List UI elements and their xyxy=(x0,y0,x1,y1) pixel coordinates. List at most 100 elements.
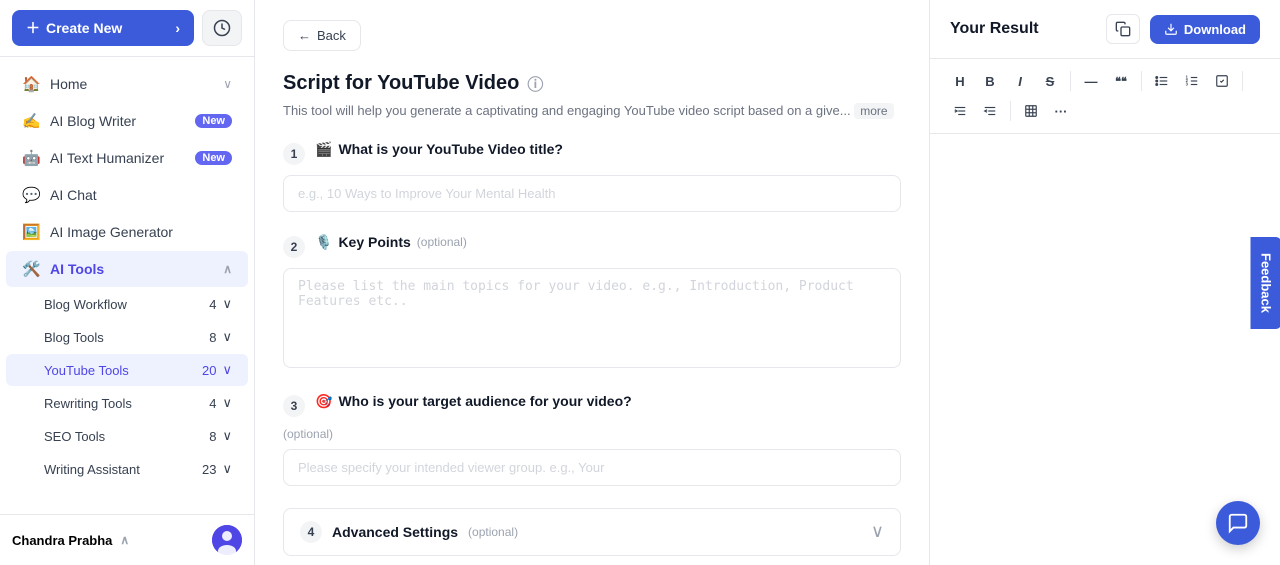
create-new-button[interactable]: ＋ Create New › xyxy=(12,10,194,46)
toolbar-strikethrough-button[interactable]: S xyxy=(1036,67,1064,95)
sidebar-item-label: AI Image Generator xyxy=(50,224,173,240)
plus-icon: ＋ xyxy=(26,18,40,38)
section-number-3: 3 xyxy=(283,395,305,417)
chevron-down-icon: ∨ xyxy=(222,428,232,444)
optional-tag-3: (optional) xyxy=(283,427,901,441)
form-section-title: 1 🎬 What is your YouTube Video title? xyxy=(283,141,901,212)
audience-input[interactable] xyxy=(283,449,901,486)
form-section-key-points: 2 🎙️ Key Points (optional) xyxy=(283,234,901,371)
count-badge: 23 xyxy=(202,462,216,477)
video-title-input[interactable] xyxy=(283,175,901,212)
result-title: Your Result xyxy=(950,20,1039,38)
chevron-down-icon: ∨ xyxy=(222,362,232,378)
toolbar-divider-1 xyxy=(1070,71,1071,91)
sidebar-sub-item-label: Blog Workflow xyxy=(44,297,127,312)
mic-icon: 🎙️ xyxy=(315,234,332,251)
sidebar-item-label: AI Text Humanizer xyxy=(50,150,164,166)
sidebar-sub-item-label: SEO Tools xyxy=(44,429,105,444)
sidebar-sub-item-label: Rewriting Tools xyxy=(44,396,132,411)
sidebar-item-ai-text-humanizer[interactable]: 🤖 AI Text Humanizer New xyxy=(6,140,248,176)
optional-tag-4: (optional) xyxy=(468,525,518,539)
sidebar-item-ai-blog-writer[interactable]: ✍️ AI Blog Writer New xyxy=(6,103,248,139)
history-button[interactable] xyxy=(202,10,242,46)
section-label-3: 🎯 Who is your target audience for your v… xyxy=(315,393,632,410)
video-icon: 🎬 xyxy=(315,141,332,158)
count-badge: 4 xyxy=(209,297,216,312)
advanced-settings-section[interactable]: 4 Advanced Settings (optional) ∨ xyxy=(283,508,901,556)
ordered-list-icon: 1 2 3 xyxy=(1185,74,1199,88)
list-icon xyxy=(1155,74,1169,88)
section-number-2: 2 xyxy=(283,236,305,258)
result-header: Your Result Download xyxy=(930,0,1280,59)
count-badge: 8 xyxy=(209,330,216,345)
sidebar-header: ＋ Create New › xyxy=(0,0,254,57)
feedback-tab[interactable]: Feedback xyxy=(1251,237,1280,329)
result-actions: Download xyxy=(1106,14,1260,44)
back-button[interactable]: ← Back xyxy=(283,20,361,51)
info-icon: ⓘ xyxy=(527,71,543,95)
toolbar-table-button[interactable] xyxy=(1017,97,1045,125)
user-name: Chandra Prabha xyxy=(12,533,112,548)
target-icon: 🎯 xyxy=(315,393,332,410)
toolbar-heading-button[interactable]: H xyxy=(946,67,974,95)
humanizer-icon: 🤖 xyxy=(22,149,40,167)
chevron-down-icon: ∨ xyxy=(223,77,232,91)
sidebar-item-label: Home xyxy=(50,76,87,92)
title-text: Script for YouTube Video xyxy=(283,72,519,95)
user-info[interactable]: Chandra Prabha ∧ xyxy=(12,533,129,548)
download-button[interactable]: Download xyxy=(1150,15,1260,44)
key-points-input[interactable] xyxy=(283,268,901,368)
sidebar-item-rewriting-tools[interactable]: Rewriting Tools 4 ∨ xyxy=(6,387,248,419)
chat-bubble-button[interactable] xyxy=(1216,501,1260,545)
editor-content[interactable] xyxy=(930,134,1280,565)
copy-button[interactable] xyxy=(1106,14,1140,44)
outdent-icon xyxy=(983,104,997,118)
editor-toolbar: H B I S — ❝❝ 1 2 xyxy=(930,59,1280,134)
sidebar-item-home[interactable]: 🏠 Home ∨ xyxy=(6,66,248,102)
form-title: Script for YouTube Video ⓘ xyxy=(283,71,901,95)
new-badge: New xyxy=(195,114,232,128)
toolbar-checkbox-button[interactable] xyxy=(1208,67,1236,95)
form-description: This tool will help you generate a capti… xyxy=(283,101,901,121)
section-number-1: 1 xyxy=(283,143,305,165)
advanced-settings-label: 4 Advanced Settings (optional) xyxy=(300,521,518,543)
section-header-3: 3 🎯 Who is your target audience for your… xyxy=(283,393,901,417)
main-content: ← Back Script for YouTube Video ⓘ This t… xyxy=(255,0,1280,565)
toolbar-hr-button[interactable]: — xyxy=(1077,67,1105,95)
toolbar-more-button[interactable]: ··· xyxy=(1047,97,1075,125)
toolbar-bold-button[interactable]: B xyxy=(976,67,1004,95)
sidebar-item-blog-workflow[interactable]: Blog Workflow 4 ∨ xyxy=(6,288,248,320)
sidebar-item-label: AI Chat xyxy=(50,187,97,203)
form-panel: ← Back Script for YouTube Video ⓘ This t… xyxy=(255,0,930,565)
checkbox-icon xyxy=(1215,74,1229,88)
toolbar-unordered-list-button[interactable] xyxy=(1148,67,1176,95)
sidebar-item-blog-tools[interactable]: Blog Tools 8 ∨ xyxy=(6,321,248,353)
image-generator-icon: 🖼️ xyxy=(22,223,40,241)
toolbar-ordered-list-button[interactable]: 1 2 3 xyxy=(1178,67,1206,95)
section-label-2: 🎙️ Key Points (optional) xyxy=(315,234,467,251)
sidebar-sub-item-label: Writing Assistant xyxy=(44,462,140,477)
toolbar-quote-button[interactable]: ❝❝ xyxy=(1107,67,1135,95)
toolbar-italic-button[interactable]: I xyxy=(1006,67,1034,95)
sidebar-item-writing-assistant[interactable]: Writing Assistant 23 ∨ xyxy=(6,453,248,485)
more-button[interactable]: more xyxy=(854,103,893,119)
optional-tag-2: (optional) xyxy=(417,235,467,249)
create-new-label: Create New xyxy=(46,20,122,36)
back-arrow-icon: ← xyxy=(298,28,311,43)
chevron-down-icon: ∨ xyxy=(222,329,232,345)
toolbar-outdent-button[interactable] xyxy=(976,97,1004,125)
sidebar-item-ai-chat[interactable]: 💬 AI Chat xyxy=(6,177,248,213)
sidebar-sub-item-label: YouTube Tools xyxy=(44,363,129,378)
section-header-2: 2 🎙️ Key Points (optional) xyxy=(283,234,901,258)
chevron-down-icon: ∨ xyxy=(222,461,232,477)
chevron-down-icon: ∨ xyxy=(222,296,232,312)
sidebar-navigation: 🏠 Home ∨ ✍️ AI Blog Writer New 🤖 AI Text… xyxy=(0,57,254,514)
sidebar-item-seo-tools[interactable]: SEO Tools 8 ∨ xyxy=(6,420,248,452)
form-section-audience: 3 🎯 Who is your target audience for your… xyxy=(283,393,901,486)
count-badge: 4 xyxy=(209,396,216,411)
sidebar-item-ai-tools[interactable]: 🛠️ AI Tools ∧ xyxy=(6,251,248,287)
toolbar-divider-4 xyxy=(1010,101,1011,121)
sidebar-item-ai-image-generator[interactable]: 🖼️ AI Image Generator xyxy=(6,214,248,250)
toolbar-indent-button[interactable] xyxy=(946,97,974,125)
sidebar-item-youtube-tools[interactable]: YouTube Tools 20 ∨ xyxy=(6,354,248,386)
